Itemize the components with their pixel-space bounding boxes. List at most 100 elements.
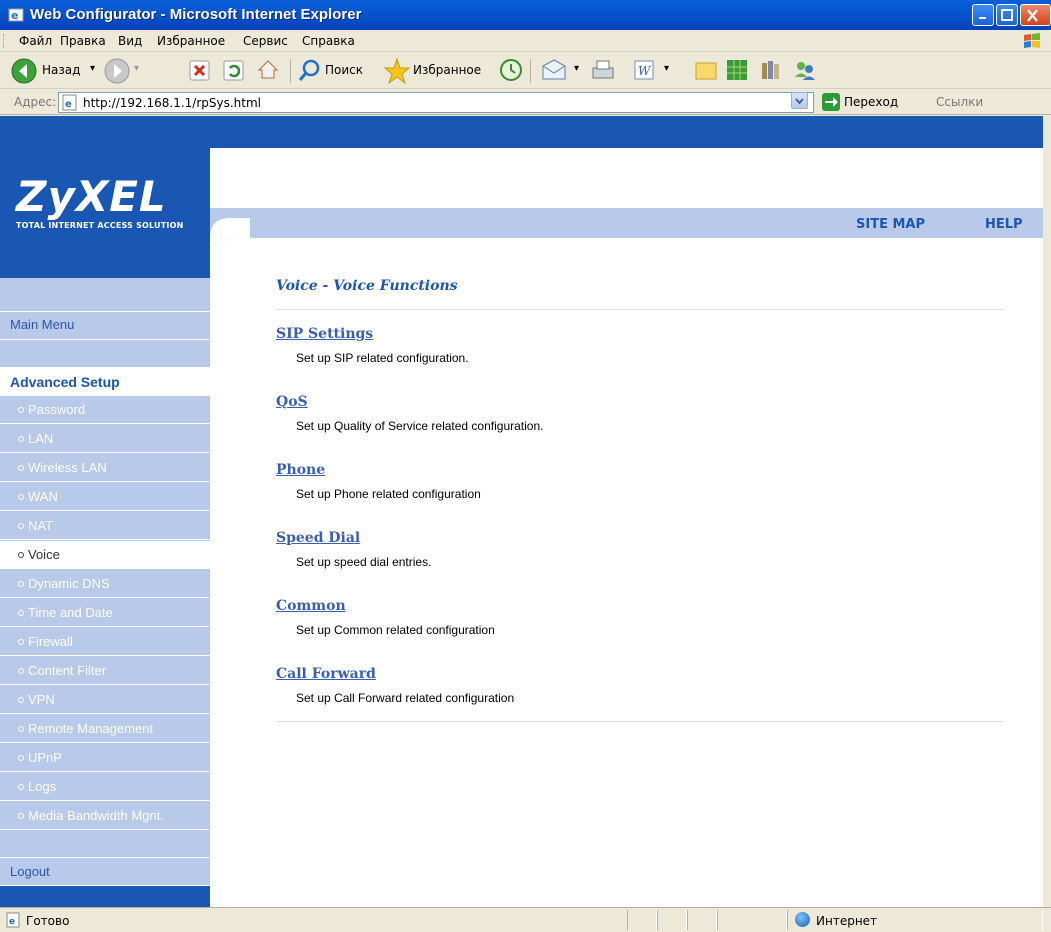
close-icon bbox=[1027, 9, 1038, 22]
title-bar: e Web Configurator - Microsoft Internet … bbox=[0, 0, 1051, 30]
printer-icon bbox=[592, 60, 614, 79]
status-cell bbox=[627, 910, 657, 930]
menu-tools[interactable]: Сервис bbox=[243, 34, 288, 48]
research-button[interactable] bbox=[758, 57, 784, 85]
sidebar-item-main-menu[interactable]: Main Menu bbox=[0, 312, 210, 340]
sidebar-item-label: WAN bbox=[28, 489, 58, 504]
forward-button[interactable]: ▾ bbox=[103, 57, 143, 85]
print-button[interactable] bbox=[590, 57, 616, 85]
section-link-phone[interactable]: Phone bbox=[276, 462, 325, 478]
menu-help[interactable]: Справка bbox=[302, 34, 355, 48]
section-link-sip-settings[interactable]: SIP Settings bbox=[276, 326, 373, 342]
section-description: Set up SIP related configuration. bbox=[296, 351, 469, 365]
sidebar-item-remote-management[interactable]: Remote Management bbox=[0, 715, 210, 743]
forward-arrow-icon bbox=[104, 58, 130, 84]
section-description: Set up Quality of Service related config… bbox=[296, 419, 544, 433]
menu-grip bbox=[3, 34, 6, 48]
mail-icon bbox=[542, 59, 566, 80]
status-bar: e Готово Интернет bbox=[0, 907, 1051, 932]
stop-button[interactable] bbox=[188, 57, 214, 85]
bullet-icon bbox=[18, 610, 24, 616]
sidebar-item-firewall[interactable]: Firewall bbox=[0, 628, 210, 656]
bullet-icon bbox=[18, 726, 24, 732]
sidebar-item-label: NAT bbox=[28, 518, 54, 533]
home-button[interactable] bbox=[256, 57, 282, 85]
sidebar-item-dynamic-dns[interactable]: Dynamic DNS bbox=[0, 570, 210, 598]
sidebar-item-nat[interactable]: NAT bbox=[0, 512, 210, 540]
sidebar-spacer bbox=[0, 828, 210, 858]
bullet-icon bbox=[18, 465, 24, 471]
address-label: Адрес: bbox=[14, 95, 57, 109]
sidebar-item-wireless-lan[interactable]: Wireless LAN bbox=[0, 454, 210, 482]
section-description: Set up Common related configuration bbox=[296, 623, 495, 637]
favorites-button[interactable]: Избранное bbox=[383, 57, 491, 85]
menu-favorites[interactable]: Избранное bbox=[157, 34, 225, 48]
folder-button[interactable] bbox=[693, 57, 719, 85]
section-link-common[interactable]: Common bbox=[276, 598, 346, 614]
address-bar: Адрес: e http://192.168.1.1/rpSys.html П… bbox=[0, 89, 1051, 115]
site-map-link[interactable]: SITE MAP bbox=[856, 217, 925, 232]
window-title: Web Configurator - Microsoft Internet Ex… bbox=[30, 6, 362, 23]
divider bbox=[276, 721, 1004, 722]
sidebar-spacer bbox=[0, 278, 210, 312]
search-icon bbox=[298, 59, 320, 81]
svg-text:e: e bbox=[11, 9, 18, 22]
menu-bar: Файл Правка Вид Избранное Сервис Справка bbox=[0, 30, 1051, 52]
toolbar: Назад ▾ ▾ Поиск Избранное ▾ W ▾ bbox=[0, 52, 1051, 89]
home-icon bbox=[257, 60, 279, 79]
history-button[interactable] bbox=[498, 57, 524, 85]
messenger-button[interactable] bbox=[724, 57, 750, 85]
edit-button[interactable]: W ▾ bbox=[632, 57, 680, 85]
refresh-button[interactable] bbox=[222, 57, 248, 85]
svg-text:e: e bbox=[9, 917, 15, 927]
chevron-down-icon bbox=[795, 98, 804, 105]
sidebar-item-upnp[interactable]: UPnP bbox=[0, 744, 210, 772]
sidebar-item-label: Remote Management bbox=[28, 721, 154, 736]
section-link-qos[interactable]: QoS bbox=[276, 394, 308, 410]
web-page: ZyXEL TOTAL INTERNET ACCESS SOLUTION SIT… bbox=[0, 116, 1051, 907]
sidebar-item-wan[interactable]: WAN bbox=[0, 483, 210, 511]
address-url: http://192.168.1.1/rpSys.html bbox=[83, 96, 261, 110]
refresh-icon bbox=[223, 60, 244, 81]
sidebar: Main Menu Advanced Setup Password LAN Wire… bbox=[0, 278, 210, 907]
sidebar-item-media-bandwidth-mgnt[interactable]: Media Bandwidth Mgnt. bbox=[0, 802, 210, 830]
menu-file[interactable]: Файл bbox=[19, 34, 52, 48]
logo-tagline: TOTAL INTERNET ACCESS SOLUTION bbox=[16, 221, 184, 230]
status-text: Готово bbox=[26, 914, 70, 928]
sidebar-item-content-filter[interactable]: Content Filter bbox=[0, 657, 210, 685]
minimize-button[interactable] bbox=[972, 4, 994, 26]
bullet-icon bbox=[18, 581, 24, 587]
section-link-call-forward[interactable]: Call Forward bbox=[276, 666, 376, 682]
sidebar-item-time-and-date[interactable]: Time and Date bbox=[0, 599, 210, 627]
star-icon bbox=[383, 57, 411, 85]
search-button[interactable]: Поиск bbox=[297, 57, 377, 85]
page-icon: e bbox=[62, 94, 77, 111]
section-link-speed-dial[interactable]: Speed Dial bbox=[276, 530, 360, 546]
sidebar-item-password[interactable]: Password bbox=[0, 396, 210, 424]
sidebar-item-logout[interactable]: Logout bbox=[0, 858, 210, 886]
users-button[interactable] bbox=[792, 57, 818, 85]
sidebar-item-label: Logs bbox=[28, 779, 57, 794]
links-label[interactable]: Ссылки bbox=[936, 95, 983, 109]
go-button[interactable]: Переход bbox=[820, 92, 910, 113]
menu-view[interactable]: Вид bbox=[118, 34, 142, 48]
sidebar-item-label: Time and Date bbox=[28, 605, 113, 620]
sidebar-item-voice[interactable]: Voice bbox=[0, 541, 210, 569]
globe-icon bbox=[795, 912, 810, 927]
sidebar-item-lan[interactable]: LAN bbox=[0, 425, 210, 453]
bullet-icon bbox=[18, 639, 24, 645]
sidebar-item-vpn[interactable]: VPN bbox=[0, 686, 210, 714]
address-input[interactable]: e http://192.168.1.1/rpSys.html bbox=[58, 92, 814, 113]
menu-edit[interactable]: Правка bbox=[60, 34, 106, 48]
ie-icon: e bbox=[8, 8, 24, 22]
bullet-icon bbox=[18, 436, 24, 442]
chevron-down-icon: ▾ bbox=[134, 63, 140, 74]
maximize-button[interactable] bbox=[996, 4, 1018, 26]
mail-button[interactable]: ▾ bbox=[540, 57, 586, 85]
sidebar-item-label: LAN bbox=[28, 431, 54, 446]
help-link[interactable]: HELP bbox=[985, 217, 1023, 232]
address-dropdown-button[interactable] bbox=[791, 92, 808, 109]
back-button[interactable]: Назад ▾ bbox=[10, 57, 100, 85]
close-button[interactable] bbox=[1020, 4, 1051, 26]
sidebar-item-logs[interactable]: Logs bbox=[0, 773, 210, 801]
